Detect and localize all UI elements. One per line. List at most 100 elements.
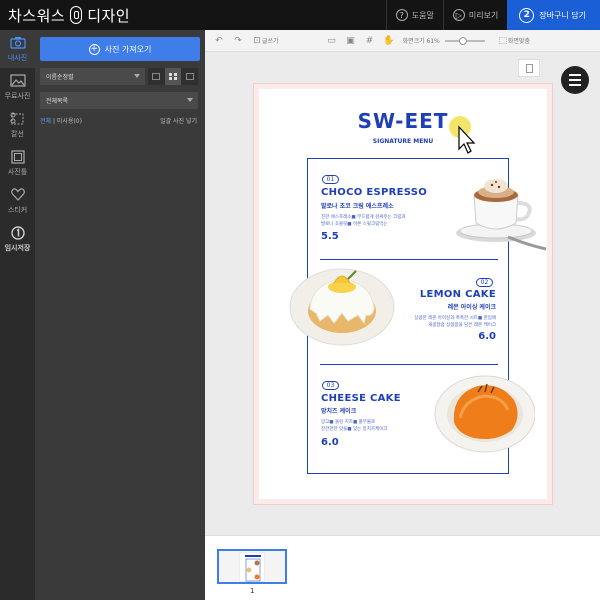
menu-line-icon: [569, 79, 581, 81]
thumbnail-preview: [239, 552, 265, 582]
item-description[interactable]: 망고■ 올린 치즈■ 폴부울로 진한한한 맛을■ 맞는 망치즈케이크: [321, 419, 388, 433]
frame-icon: [10, 149, 26, 164]
item-number-badge: 03: [322, 381, 339, 390]
rail-item-my-photos[interactable]: 내사진: [0, 30, 35, 68]
sort-select[interactable]: 이름순정렬: [40, 68, 145, 85]
rail-label: 칼선: [11, 129, 24, 138]
zoom-slider[interactable]: [444, 36, 485, 45]
page-thumbnail[interactable]: [217, 549, 287, 584]
item-name[interactable]: CHEESE CAKE: [321, 393, 401, 404]
item-price[interactable]: 5.5: [321, 231, 339, 242]
item-description[interactable]: 상큼한 레몬 아이싱과 촉촉한 시트■ 한입에 새콤달콤 상큼함을 담은 레몬 …: [414, 315, 496, 329]
list-icon: [152, 73, 161, 80]
import-photos-button[interactable]: + 사진 가져오기: [40, 37, 200, 61]
grid-icon: [169, 73, 177, 80]
rail-label: 스티커: [7, 205, 28, 214]
layer-icon[interactable]: ▣: [346, 36, 356, 46]
page-settings-button[interactable]: [518, 59, 540, 77]
item-description[interactable]: 진한 에스프레소■ 부드럽게 감싸주는 크림과 발로나 초콜릿■ 마른 스윗크림…: [321, 214, 406, 228]
layers-menu-button[interactable]: [561, 66, 589, 94]
text-tool-label: 글쓰기: [262, 38, 279, 45]
rail-item-stickers[interactable]: 스티커: [0, 182, 35, 220]
menu-line-icon: [569, 74, 581, 76]
step-two-icon: 2: [519, 7, 535, 23]
help-label: 도움말: [411, 10, 434, 20]
brand-logo[interactable]: 차스워스 디자인: [0, 5, 130, 26]
page-number: 1: [250, 587, 255, 595]
text-box-icon: ⊡: [253, 35, 261, 46]
question-icon: ?: [395, 9, 408, 21]
thumbnail-preview-graphic: [245, 555, 261, 582]
design-editor: 차스워스 디자인 ? 도움말 ▷ 미리보기 2 장바구니 담기 내사진 무료사진…: [0, 0, 600, 600]
fit-screen-button[interactable]: ⬚ 화면맞춤: [498, 35, 530, 46]
choco-espresso-photo[interactable]: [448, 173, 548, 251]
bulk-insert-link[interactable]: 일괄 사진 넣기: [160, 116, 197, 125]
section-divider: [320, 364, 498, 365]
undo-icon[interactable]: ↶: [214, 36, 224, 46]
list-view-button[interactable]: [148, 68, 165, 85]
redo-icon[interactable]: ↷: [233, 36, 243, 46]
item-price[interactable]: 6.0: [321, 437, 339, 448]
landscape-icon: [9, 74, 26, 88]
menu-line-icon: [569, 84, 581, 86]
poster-title[interactable]: SW-EET: [259, 109, 547, 133]
text-tool-button[interactable]: ⊡ 글쓰기: [252, 35, 279, 46]
fit-screen-icon: ⬚: [498, 35, 508, 46]
poster-bleed-frame: SW-EET SIGNATURE MENU 01 CHOCO ESPRESSO …: [253, 83, 553, 505]
rail-label: 내사진: [7, 53, 28, 62]
top-header: 차스워스 디자인 ? 도움말 ▷ 미리보기 2 장바구니 담기: [0, 0, 600, 30]
item-korean-name[interactable]: 망치즈 케이크: [321, 406, 356, 415]
chevron-down-icon: [187, 98, 193, 102]
plus-icon: +: [88, 43, 100, 55]
item-number-badge: 02: [476, 278, 493, 287]
preview-button[interactable]: ▷ 미리보기: [442, 0, 507, 30]
cheese-cake-photo[interactable]: [430, 372, 535, 454]
large-view-button[interactable]: [181, 68, 198, 85]
item-korean-name[interactable]: 발로나 초코 크림 에스프레소: [321, 201, 394, 210]
abc-icon[interactable]: ▭: [327, 36, 337, 46]
canvas-workspace[interactable]: SW-EET SIGNATURE MENU 01 CHOCO ESPRESSO …: [205, 52, 600, 535]
poster-subtitle[interactable]: SIGNATURE MENU: [259, 138, 547, 145]
menu-poster[interactable]: SW-EET SIGNATURE MENU 01 CHOCO ESPRESSO …: [259, 89, 547, 499]
lemon-cake-photo[interactable]: [286, 263, 396, 347]
rail-item-frames[interactable]: 사진틀: [0, 144, 35, 182]
rail-label: 무료사진: [4, 91, 31, 100]
item-name[interactable]: LEMON CAKE: [420, 289, 496, 300]
rail-item-cutline[interactable]: 칼선: [0, 106, 35, 144]
header-actions: ? 도움말 ▷ 미리보기 2 장바구니 담기: [385, 0, 600, 30]
section-divider: [320, 259, 498, 260]
sort-value: 이름순정렬: [46, 74, 74, 81]
document-icon: [525, 63, 533, 73]
page-thumbnail-strip: 1: [205, 535, 600, 600]
tool-rail: 내사진 무료사진 칼선 사진틀 스티커 임시저장: [0, 30, 35, 600]
add-to-cart-button[interactable]: 2 장바구니 담기: [507, 0, 600, 30]
folder-select[interactable]: 전체목록: [40, 92, 198, 109]
large-grid-icon: [185, 73, 194, 80]
zoom-slider-knob[interactable]: [458, 36, 467, 45]
item-name[interactable]: CHOCO ESPRESSO: [321, 187, 427, 198]
cart-label: 장바구니 담기: [539, 10, 586, 20]
grid-view-button[interactable]: [164, 68, 182, 85]
photo-panel: + 사진 가져오기 이름순정렬 전체목록 전체 | 미사용(0) 일괄 사진 넣…: [35, 30, 205, 600]
zoom-label: 화면크기 61%: [402, 38, 440, 45]
menu-border-box[interactable]: 01 CHOCO ESPRESSO 발로나 초코 크림 에스프레소 진한 에스프…: [289, 158, 547, 474]
item-number-badge: 01: [322, 175, 339, 184]
rail-item-temp-save[interactable]: 임시저장: [0, 220, 35, 258]
item-korean-name[interactable]: 레몬 아이싱 케이크: [448, 302, 496, 311]
rail-item-free-photos[interactable]: 무료사진: [0, 68, 35, 106]
grid-lines-icon[interactable]: #: [365, 36, 375, 46]
play-icon: ▷: [452, 9, 465, 21]
hand-icon[interactable]: ✋: [383, 36, 394, 46]
brand-mark-icon: [70, 6, 83, 24]
tab-unused[interactable]: 미사용(0): [57, 118, 82, 125]
tab-all[interactable]: 전체: [40, 118, 51, 125]
help-button[interactable]: ? 도움말: [385, 0, 443, 30]
photo-filter-tabs: 전체 | 미사용(0): [40, 116, 82, 125]
brand-name-right: 디자인: [87, 6, 131, 25]
item-price[interactable]: 6.0: [478, 331, 496, 342]
editor-toolbar: ↶ ↷ ⊡ 글쓰기 ▭ ▣ # ✋ 화면크기 61% ⬚ 화면맞춤: [205, 30, 600, 52]
zoom-control: 화면크기 61%: [403, 36, 485, 45]
scissors-icon: [10, 112, 26, 126]
view-toggle: [148, 68, 198, 85]
import-label: 사진 가져오기: [104, 44, 152, 54]
